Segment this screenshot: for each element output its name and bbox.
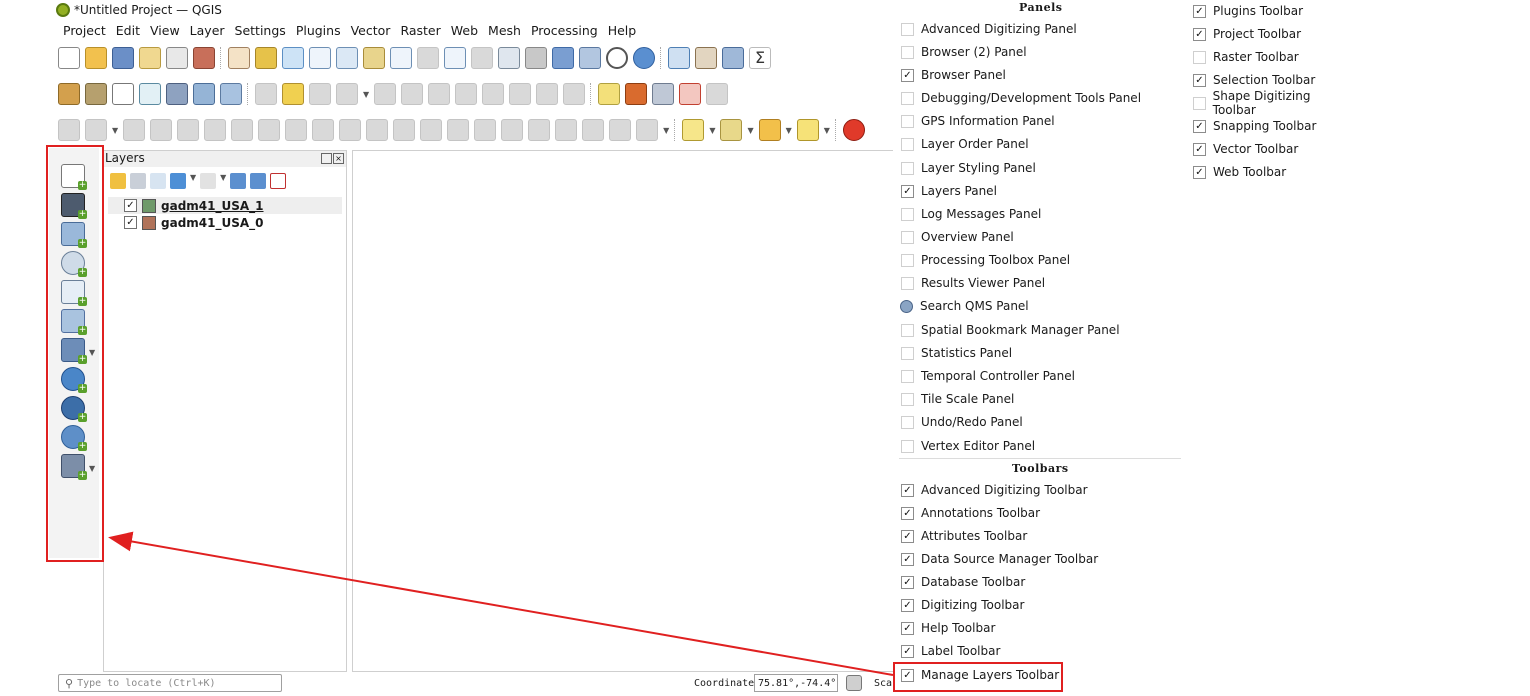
annotation-arrow — [108, 531, 894, 676]
annotation-arrow-line — [108, 531, 894, 676]
